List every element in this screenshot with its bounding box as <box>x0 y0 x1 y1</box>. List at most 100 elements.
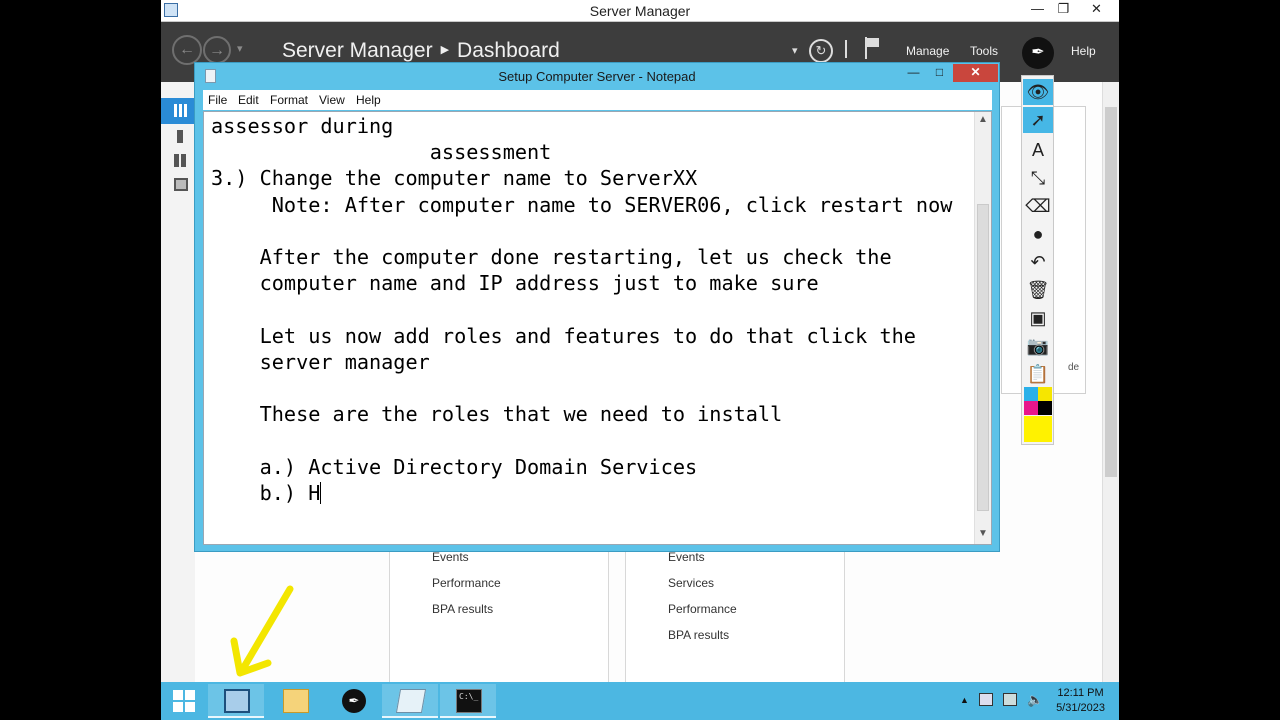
scroll-down-icon[interactable]: ▼ <box>975 526 991 542</box>
notepad-maximize-button[interactable]: □ <box>926 64 953 82</box>
color-swatch-black[interactable] <box>1038 401 1052 415</box>
taskbar: ✒ C:\_ ▲ 🔈 12:11 PM 5/31/2023 <box>161 682 1119 720</box>
notepad-text-area[interactable]: assessor during assessment 3.) Change the… <box>203 111 992 545</box>
taskbar-command-prompt[interactable]: C:\_ <box>440 684 496 718</box>
notepad-line: These are the roles that we need to inst… <box>211 402 783 427</box>
notepad-vertical-scrollbar[interactable]: ▲ ▼ <box>974 112 991 544</box>
manage-menu[interactable]: Manage <box>906 44 949 58</box>
clock-time: 12:11 PM <box>1057 687 1104 699</box>
minimize-button[interactable]: — <box>1023 0 1052 19</box>
refresh-icon[interactable]: ↻ <box>809 39 833 63</box>
refresh-dropdown-icon[interactable]: ▾ <box>792 44 798 57</box>
scroll-up-icon[interactable]: ▲ <box>975 112 991 128</box>
notepad-line <box>211 375 952 401</box>
volume-icon[interactable]: 🔈 <box>1027 692 1043 708</box>
undo-icon[interactable]: ↶ <box>1023 249 1053 275</box>
taskbar-file-explorer[interactable] <box>267 684 323 718</box>
header-divider <box>845 40 847 58</box>
notepad-menubar: File Edit Format View Help <box>203 90 992 110</box>
file-storage-icon <box>174 178 188 191</box>
text-icon[interactable]: A <box>1023 137 1053 163</box>
camera-icon[interactable]: 📷 <box>1023 333 1053 359</box>
color-swatch-cyan[interactable] <box>1024 387 1038 401</box>
notepad-minimize-button[interactable]: — <box>900 64 927 82</box>
sidebar-item-dashboard[interactable] <box>161 98 195 124</box>
notepad-current-line: b.) H <box>211 480 952 506</box>
tile-link-performance[interactable]: Performance <box>668 602 737 616</box>
menu-help[interactable]: Help <box>356 93 381 107</box>
notepad-document-text[interactable]: assessor during assessment 3.) Change the… <box>211 113 952 506</box>
maximize-button[interactable]: ❐ <box>1049 0 1078 19</box>
notepad-line <box>211 427 952 453</box>
eraser-icon[interactable]: ⌫ <box>1023 193 1053 219</box>
back-button[interactable]: ← <box>172 35 202 65</box>
tile-link-services[interactable]: Services <box>668 576 714 590</box>
notepad-line: assessment <box>211 140 552 165</box>
dashboard-icon <box>174 104 188 117</box>
tile-link-bpa-results[interactable]: BPA results <box>432 602 493 616</box>
notifications-flag-icon[interactable] <box>865 37 879 59</box>
all-servers-icon <box>174 154 188 167</box>
cursor-icon[interactable]: ➚ <box>1023 107 1053 133</box>
folder-icon <box>283 689 309 713</box>
taskbar-notepad[interactable] <box>382 684 438 718</box>
notepad-current-line-text: b.) H <box>211 480 321 505</box>
notepad-titlebar[interactable]: Setup Computer Server - Notepad — □ ✕ <box>195 63 999 89</box>
server-manager-icon <box>224 689 250 713</box>
close-button[interactable]: ✕ <box>1082 0 1111 19</box>
eye-icon[interactable]: 👁 <box>1023 79 1053 105</box>
tile-link-bpa-results[interactable]: BPA results <box>668 628 729 642</box>
notepad-line: server manager <box>211 349 430 374</box>
command-prompt-icon: C:\_ <box>456 689 482 713</box>
forward-button[interactable]: → <box>203 36 231 64</box>
sidebar-item-file-storage[interactable] <box>161 172 195 198</box>
board-icon[interactable]: ▣ <box>1023 305 1053 331</box>
taskbar-pen-tool[interactable]: ✒ <box>324 684 380 718</box>
show-hidden-icons-icon[interactable]: ▲ <box>960 695 969 705</box>
windows-logo-icon <box>173 690 195 712</box>
network-icon[interactable] <box>1003 693 1017 706</box>
dashboard-scrollbar[interactable] <box>1102 82 1119 682</box>
notepad-line: a.) Active Directory Domain Services <box>211 454 698 479</box>
history-dropdown-icon[interactable]: ▾ <box>237 42 243 55</box>
tile-link-events[interactable]: Events <box>668 550 705 564</box>
text-caret <box>320 481 322 504</box>
action-center-icon[interactable] <box>979 693 993 706</box>
dashboard-scroll-thumb[interactable] <box>1105 107 1117 477</box>
menu-view[interactable]: View <box>319 93 345 107</box>
notepad-close-button[interactable]: ✕ <box>953 64 998 82</box>
clock[interactable]: 12:11 PM 5/31/2023 <box>1056 686 1105 716</box>
tile-link-performance[interactable]: Performance <box>432 576 501 590</box>
breadcrumb-separator-icon: ▶ <box>440 44 450 56</box>
clipboard-icon[interactable]: 📋 <box>1023 361 1053 387</box>
tile-link-events[interactable]: Events <box>432 550 469 564</box>
taskbar-server-manager[interactable] <box>208 684 264 718</box>
selected-color-swatch[interactable] <box>1024 416 1052 442</box>
notepad-line <box>211 218 952 244</box>
dot-icon[interactable]: ● <box>1023 221 1053 247</box>
arrow-line-icon[interactable]: ⤡ <box>1023 165 1053 191</box>
color-swatch-magenta[interactable] <box>1024 401 1038 415</box>
pen-tool-icon[interactable]: ✒ <box>1022 37 1054 69</box>
notepad-scroll-thumb[interactable] <box>977 204 989 511</box>
pen-app-icon: ✒ <box>342 689 366 713</box>
yellow-annotation-arrow-icon <box>230 585 294 677</box>
server-manager-window-title: Server Manager <box>589 3 691 19</box>
tools-menu[interactable]: Tools <box>970 44 998 58</box>
notepad-window-title: Setup Computer Server - Notepad <box>498 69 696 84</box>
notepad-line: Note: After computer name to SERVER06, c… <box>211 192 953 217</box>
annotation-toolbar: 👁 ➚ A ⤡ ⌫ ● ↶ 🗑 ▣ 📷 📋 <box>1021 75 1054 445</box>
help-menu[interactable]: Help <box>1071 44 1096 58</box>
notepad-line: 3.) Change the computer name to ServerXX <box>211 166 698 191</box>
notepad-line <box>211 296 952 322</box>
sidebar-item-all-servers[interactable] <box>161 148 195 174</box>
menu-format[interactable]: Format <box>270 93 308 107</box>
menu-file[interactable]: File <box>208 93 227 107</box>
server-manager-sidebar <box>161 82 195 682</box>
notepad-taskbar-icon <box>395 689 427 713</box>
menu-edit[interactable]: Edit <box>238 93 259 107</box>
trash-icon[interactable]: 🗑 <box>1023 277 1053 303</box>
color-swatch-yellow[interactable] <box>1038 387 1052 401</box>
breadcrumb-page: Dashboard <box>457 39 560 62</box>
sidebar-item-local-server[interactable] <box>161 124 195 150</box>
